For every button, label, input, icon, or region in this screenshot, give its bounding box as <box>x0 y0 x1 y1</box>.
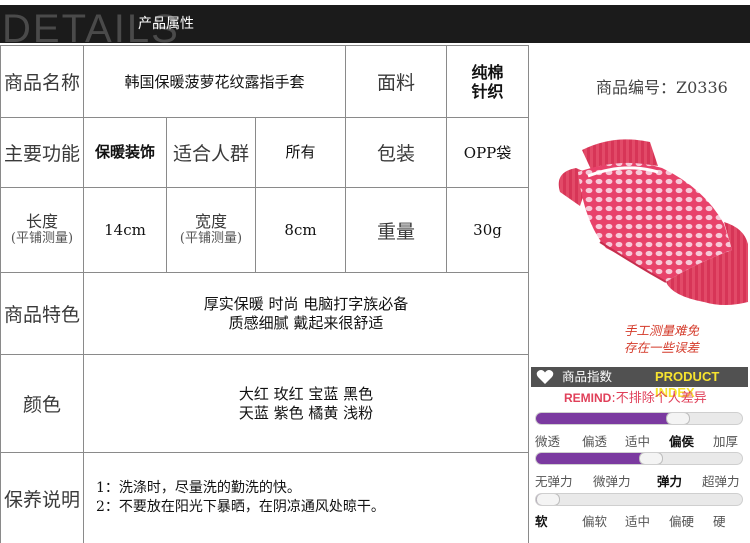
weight-label: 重量 <box>345 187 448 273</box>
table-row: 商品特色 厚实保暖 时尚 电脑打字族必备 质感细腻 戴起来很舒适 <box>0 272 530 355</box>
remind-text: REMIND:不排除个人差异 <box>564 390 707 407</box>
length-sub-label: (平铺测量) <box>10 231 74 246</box>
thickness-slider <box>535 412 743 425</box>
package-value: OPP袋 <box>446 117 530 188</box>
note-line1: 手工测量难免 <box>624 323 700 338</box>
fabric-label: 面料 <box>345 45 448 118</box>
function-label: 主要功能 <box>0 117 84 188</box>
care-line2: 2：不要放在阳光下暴晒，在阴凉通风处晾干。 <box>96 499 385 515</box>
thickness-scale: 微透 偏透 适中 偏侯 加厚 <box>535 433 745 451</box>
slider-fill <box>536 413 680 424</box>
scale-label: 偏透 <box>582 434 608 449</box>
weight-value: 30g <box>446 187 530 273</box>
softness-slider <box>535 493 743 506</box>
section-header: DETAILS 产品属性 <box>0 5 750 43</box>
heart-icon <box>536 370 554 384</box>
section-title: 产品属性 <box>138 16 194 32</box>
scale-label: 硬 <box>713 514 726 529</box>
slider-knob <box>666 413 690 424</box>
table-row: 颜色 大红 玫红 宝蓝 黑色 天蓝 紫色 橘黄 浅粉 <box>0 354 530 453</box>
width-value: 8cm <box>254 187 347 273</box>
remind-label: REMIND <box>564 391 612 405</box>
softness-scale: 软 偏软 适中 偏硬 硬 <box>535 513 745 531</box>
fabric-value-line2: 针织 <box>471 81 504 101</box>
table-row: 主要功能 保暖装饰 适合人群 所有 包装 OPP袋 <box>0 117 530 188</box>
fabric-value: 纯棉 针织 <box>446 45 530 118</box>
product-spec-table: 商品名称 韩国保暖菠萝花纹露指手套 面料 纯棉 针织 主要功能 保暖装饰 适合人… <box>0 45 530 543</box>
color-line1: 大红 玫红 宝蓝 黑色 <box>238 384 374 403</box>
name-label: 商品名称 <box>0 45 84 118</box>
remind-message: :不排除个人差异 <box>611 391 707 406</box>
width-label-cell: 宽度 (平铺测量) <box>166 187 256 273</box>
scale-label: 微弹力 <box>593 474 631 489</box>
scale-label: 超弹力 <box>702 474 740 489</box>
care-label: 保养说明 <box>0 452 84 543</box>
index-title-cn: 商品指数 <box>562 369 613 384</box>
scale-label: 弹力 <box>657 474 683 489</box>
package-label: 包装 <box>345 117 448 188</box>
product-code: 商品编号：Z0336 <box>596 78 728 97</box>
scale-label: 软 <box>535 514 548 529</box>
scale-label: 加厚 <box>713 434 739 449</box>
width-label: 宽度 <box>194 212 227 231</box>
name-value: 韩国保暖菠萝花纹露指手套 <box>82 45 347 118</box>
slider-knob <box>536 494 560 505</box>
audience-value: 所有 <box>254 117 347 188</box>
features-label: 商品特色 <box>0 272 84 355</box>
features-line2: 质感细腻 戴起来很舒适 <box>228 313 384 332</box>
color-value: 大红 玫红 宝蓝 黑色 天蓝 紫色 橘黄 浅粉 <box>82 354 530 453</box>
measurement-note: 手工测量难免 存在一些误差 <box>624 322 699 356</box>
care-value: 1：洗涤时，尽量洗的勤洗的快。 2：不要放在阳光下暴晒，在阴凉通风处晾干。 <box>82 452 530 543</box>
length-value: 14cm <box>83 187 167 273</box>
color-line2: 天蓝 紫色 橘黄 浅粉 <box>238 403 374 422</box>
table-row: 长度 (平铺测量) 14cm 宽度 (平铺测量) 8cm 重量 30g <box>0 187 530 273</box>
glove-photo <box>558 139 748 305</box>
scale-label: 适中 <box>625 514 651 529</box>
slider-knob <box>639 453 663 464</box>
function-value: 保暖装饰 <box>83 117 167 188</box>
audience-label: 适合人群 <box>166 117 256 188</box>
length-label-cell: 长度 (平铺测量) <box>0 187 84 273</box>
features-line1: 厚实保暖 时尚 电脑打字族必备 <box>203 294 409 313</box>
scale-label: 偏软 <box>582 514 608 529</box>
care-line1: 1：洗涤时，尽量洗的勤洗的快。 <box>96 480 301 496</box>
scale-label: 偏硬 <box>669 514 695 529</box>
features-value: 厚实保暖 时尚 电脑打字族必备 质感细腻 戴起来很舒适 <box>82 272 530 355</box>
elasticity-slider <box>535 452 743 465</box>
scale-label: 适中 <box>625 434 651 449</box>
width-sub-label: (平铺测量) <box>179 231 243 246</box>
table-row: 保养说明 1：洗涤时，尽量洗的勤洗的快。 2：不要放在阳光下暴晒，在阴凉通风处晾… <box>0 452 530 543</box>
fabric-value-line1: 纯棉 <box>471 62 504 82</box>
slider-fill <box>536 453 653 464</box>
table-row: 商品名称 韩国保暖菠萝花纹露指手套 面料 纯棉 针织 <box>0 45 530 118</box>
elasticity-scale: 无弹力 微弹力 弹力 超弹力 <box>535 473 745 491</box>
scale-label: 微透 <box>535 434 561 449</box>
scale-label: 无弹力 <box>535 474 573 489</box>
color-label: 颜色 <box>0 354 84 453</box>
product-index-header: 商品指数 PRODUCT INDEX <box>531 367 748 400</box>
scale-label: 偏侯 <box>669 434 695 449</box>
note-line2: 存在一些误差 <box>624 340 700 355</box>
length-label: 长度 <box>25 212 58 231</box>
